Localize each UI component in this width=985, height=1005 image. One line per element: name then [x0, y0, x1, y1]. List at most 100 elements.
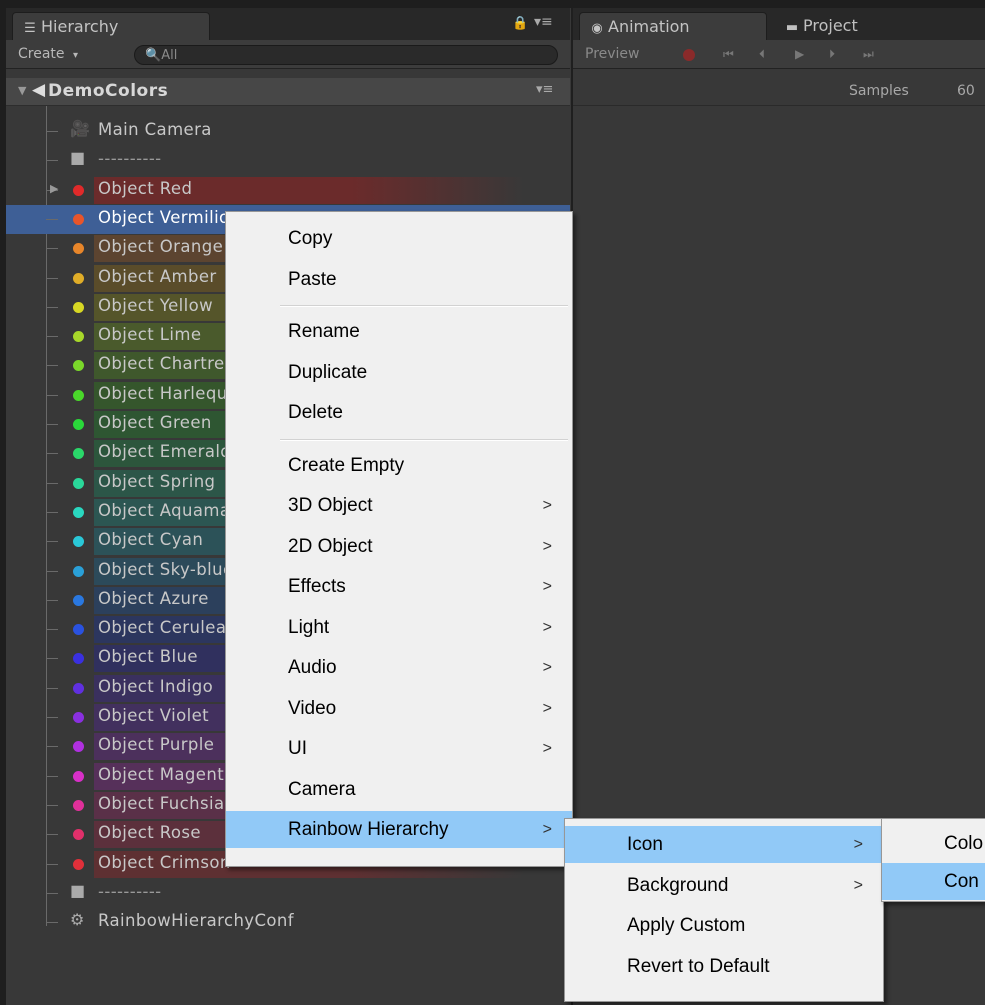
- row-label: Object Red: [98, 178, 193, 198]
- tab-hierarchy[interactable]: ☰ Hierarchy: [12, 12, 210, 41]
- color-dot-icon: [73, 624, 84, 636]
- hierarchy-search-input[interactable]: 🔍All: [134, 45, 558, 65]
- menu-item-create-empty[interactable]: Create Empty: [226, 447, 572, 484]
- menu-item-rename[interactable]: Rename: [226, 313, 572, 350]
- scene-menu-icon[interactable]: ▾≡: [536, 82, 553, 97]
- row-label: Object Harlequin: [98, 383, 244, 403]
- tree-branch: [46, 658, 58, 660]
- preview-button[interactable]: Preview: [585, 44, 640, 64]
- menu-item-camera[interactable]: Camera: [226, 771, 572, 808]
- record-button[interactable]: [683, 49, 695, 61]
- submenu-arrow-icon: >: [542, 578, 552, 595]
- row-label: Object Orange: [98, 237, 224, 257]
- color-dot-icon: [73, 653, 84, 665]
- menu-item-3d-object[interactable]: 3D Object >: [226, 487, 572, 524]
- hierarchy-tabbar: ☰ Hierarchy 🔒 ▾≡: [6, 8, 570, 41]
- color-dot-icon: [73, 712, 84, 723]
- menu-item-video[interactable]: Video >: [226, 690, 572, 727]
- samples-value[interactable]: 60: [957, 83, 975, 99]
- submenu-arrow-icon: >: [542, 659, 552, 676]
- next-key-icon[interactable]: ⏵: [829, 44, 835, 64]
- tree-branch: [46, 746, 58, 748]
- menu-item-duplicate[interactable]: Duplicate: [226, 354, 572, 391]
- hierarchy-item-row[interactable]: ▶ Object Red: [6, 176, 570, 205]
- tree-branch: [46, 892, 58, 894]
- color-dot-icon: [73, 682, 84, 694]
- color-dot-icon: [73, 799, 84, 811]
- submenu-arrow-icon: >: [542, 497, 552, 514]
- icon-submenu-item[interactable]: Colo: [882, 825, 985, 862]
- create-label: Create: [18, 46, 65, 62]
- tab-project[interactable]: ▬ Project: [785, 12, 925, 40]
- animation-toolbar: Preview ⏮ ⏴ ▶ ⏵ ⏭: [573, 40, 985, 69]
- collapse-triangle-icon[interactable]: ▼: [18, 84, 26, 97]
- tree-branch: [46, 453, 58, 455]
- search-icon: 🔍: [145, 48, 162, 63]
- menu-item-light[interactable]: Light >: [226, 609, 572, 646]
- color-dot-icon: [73, 536, 84, 548]
- icon-submenu-item[interactable]: Con: [882, 863, 985, 900]
- submenu-item-label: Revert to Default: [627, 955, 770, 977]
- hierarchy-toolbar: Create ▾ 🔍All: [6, 40, 570, 69]
- play-icon[interactable]: ▶: [795, 44, 804, 64]
- menu-item-effects[interactable]: Effects >: [226, 568, 572, 605]
- expand-triangle-icon[interactable]: ▶: [50, 182, 58, 195]
- tree-branch: [46, 160, 58, 162]
- color-dot-icon: [73, 331, 84, 343]
- tree-branch: [46, 570, 58, 572]
- submenu-item-icon[interactable]: Icon >: [565, 826, 883, 863]
- samples-label: Samples: [849, 83, 909, 99]
- submenu-arrow-icon: >: [542, 537, 552, 555]
- submenu-item-background[interactable]: Background >: [565, 867, 883, 904]
- menu-item-delete[interactable]: Delete: [226, 394, 572, 431]
- row-label: Object Crimson: [98, 852, 231, 872]
- separator-row[interactable]: ■ ----------: [6, 879, 570, 908]
- first-key-icon[interactable]: ⏮: [723, 44, 734, 64]
- tab-project-label: Project: [803, 16, 858, 35]
- menu-item-ui[interactable]: UI >: [226, 730, 572, 767]
- submenu-arrow-icon: >: [853, 836, 863, 853]
- row-label: Object Spring: [98, 471, 216, 491]
- color-dot-icon: [73, 243, 84, 255]
- submenu-item-apply-custom[interactable]: Apply Custom: [565, 907, 883, 944]
- menu-item-label: Delete: [288, 402, 343, 423]
- tab-animation[interactable]: ◉ Animation: [579, 12, 767, 41]
- camera-icon: 🎥: [70, 119, 90, 138]
- tree-branch: [46, 687, 58, 689]
- panel-menu-icon[interactable]: ▾≡: [534, 14, 553, 30]
- prev-key-icon[interactable]: ⏴: [759, 44, 765, 64]
- submenu-item-revert-to-default[interactable]: Revert to Default: [565, 948, 883, 985]
- context-menu: Copy Paste Rename Duplicate Delete Create Emp…: [225, 211, 573, 867]
- menu-item-2d-object[interactable]: 2D Object >: [226, 528, 572, 565]
- menu-item-copy[interactable]: Copy: [226, 220, 572, 257]
- row-label: Object Indigo: [98, 676, 214, 696]
- gameobject-icon: ■: [70, 148, 86, 168]
- unity-scene-icon: ◀: [32, 80, 46, 100]
- config-row[interactable]: ⚙ RainbowHierarchyConf: [6, 908, 570, 937]
- lock-icon[interactable]: 🔒: [512, 16, 528, 31]
- row-label: Object Vermilion: [98, 207, 241, 227]
- tree-branch: [46, 482, 58, 484]
- color-dot-icon: [73, 213, 84, 225]
- row-label: ----------: [98, 881, 162, 901]
- row-label: Object Fuchsia: [98, 793, 225, 813]
- tree-branch: [46, 922, 58, 924]
- row-label: Object Purple: [98, 735, 215, 755]
- row-label: Object Rose: [98, 823, 201, 843]
- tree-branch: [46, 336, 58, 338]
- tree-branch: [46, 306, 58, 308]
- clock-icon: ◉: [591, 21, 603, 36]
- row-label: Object Violet: [98, 706, 209, 725]
- menu-separator: [280, 305, 568, 307]
- menu-item-rainbow-hierarchy[interactable]: Rainbow Hierarchy >: [226, 811, 572, 848]
- menu-item-audio[interactable]: Audio >: [226, 649, 572, 686]
- separator-row[interactable]: ■ ----------: [6, 146, 570, 175]
- camera-row[interactable]: 🎥 Main Camera: [6, 117, 570, 146]
- color-dot-icon: [73, 419, 84, 430]
- last-key-icon[interactable]: ⏭: [863, 44, 874, 64]
- menu-item-paste[interactable]: Paste: [226, 261, 572, 298]
- scene-row[interactable]: ▼ ◀ DemoColors ▾≡: [6, 78, 570, 106]
- create-dropdown[interactable]: Create ▾: [18, 44, 78, 66]
- tree-branch: [46, 248, 58, 250]
- rainbow-hierarchy-submenu: Icon > Background > Apply Custom Revert to De…: [564, 818, 884, 1002]
